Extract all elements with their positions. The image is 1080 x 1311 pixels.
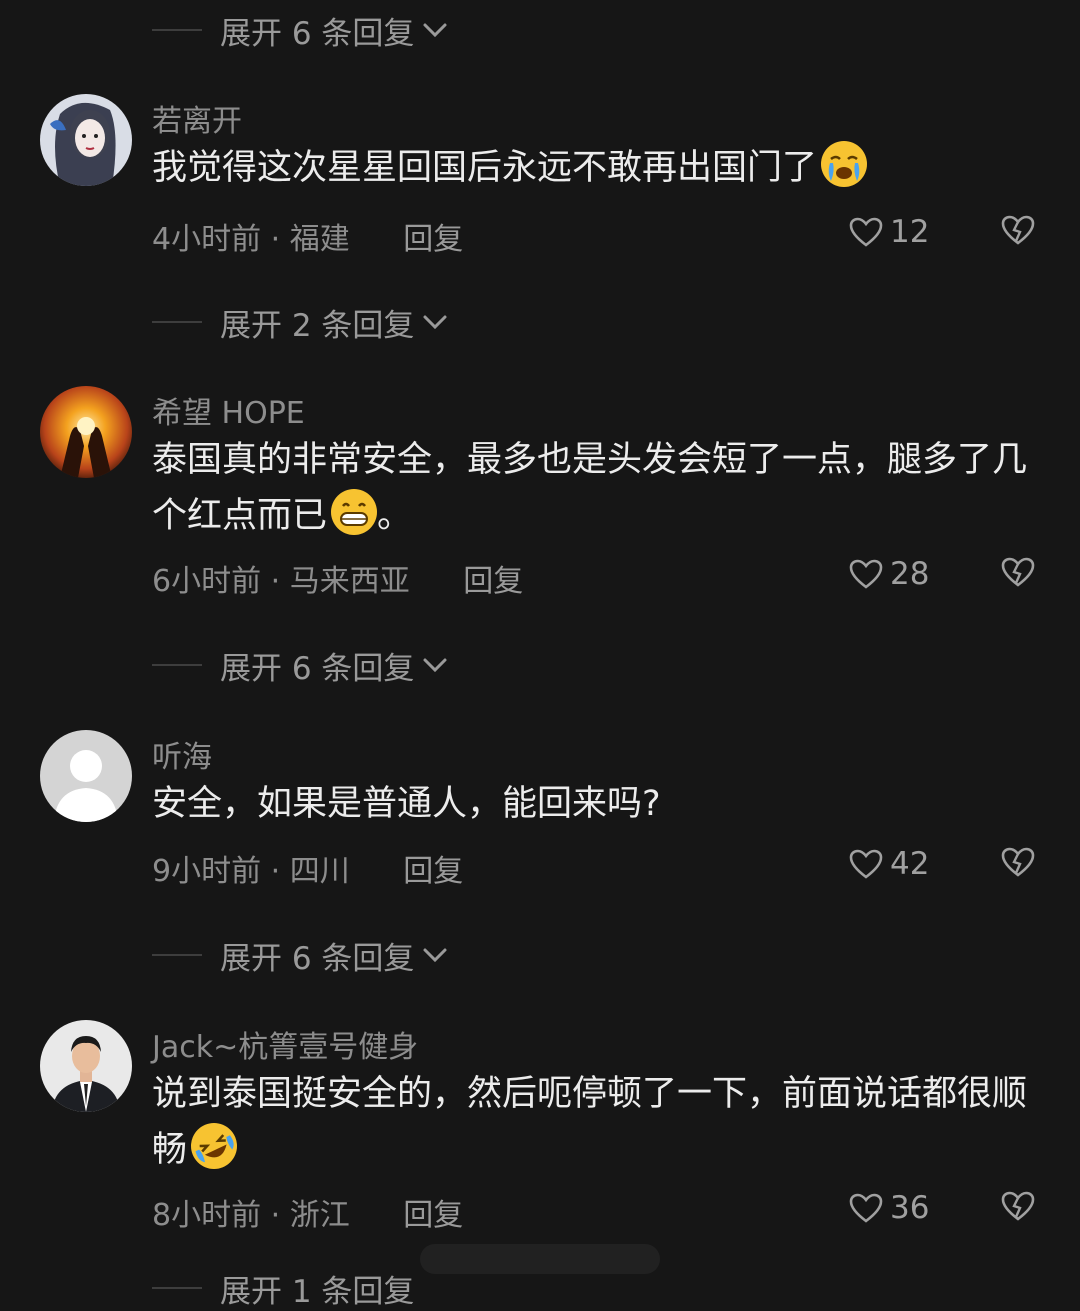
comment-location: 浙江 <box>289 1198 350 1233</box>
like-count: 28 <box>890 556 930 592</box>
username[interactable]: 若离开 <box>152 96 242 140</box>
crying-face-icon <box>821 141 868 187</box>
comment-body: 说到泰国挺安全的，然后呃停顿了一下，前面说话都很顺畅 <box>152 1074 1028 1170</box>
comment-text: 泰国真的非常安全，最多也是头发会短了一点，腿多了几个红点而已。 <box>152 432 1042 544</box>
comment-text: 我觉得这次星星回国后永远不敢再出国门了 <box>152 140 1042 196</box>
broken-heart-icon <box>1001 557 1035 587</box>
chevron-down-icon <box>422 657 448 673</box>
comment-meta: 4小时前 · 福建 回复 <box>152 222 464 257</box>
heart-icon <box>849 217 883 247</box>
avatar[interactable] <box>40 730 132 822</box>
username[interactable]: 听海 <box>152 732 212 776</box>
dislike-button[interactable] <box>1000 214 1036 250</box>
expand-replies-button[interactable]: 展开 6 条回复 <box>152 10 448 52</box>
heart-icon <box>849 849 883 879</box>
heart-icon <box>849 559 883 589</box>
comment-text: 安全，如果是普通人，能回来吗? <box>152 776 1042 832</box>
expand-replies-button[interactable]: 展开 6 条回复 <box>152 935 448 977</box>
expand-replies-label: 展开 1 条回复 <box>220 1273 415 1310</box>
chevron-down-icon <box>422 314 448 330</box>
comment-body: 安全，如果是普通人，能回来吗? <box>152 784 661 824</box>
comment-time: 4小时前 <box>152 222 262 257</box>
username[interactable]: 希望 HOPE <box>152 388 305 432</box>
reply-button[interactable]: 回复 <box>403 1198 463 1233</box>
dislike-button[interactable] <box>1000 556 1036 592</box>
comment-location: 四川 <box>289 854 350 889</box>
divider-line <box>152 321 202 323</box>
rolling-laughing-face-icon <box>191 1123 238 1169</box>
broken-heart-icon <box>1001 847 1035 877</box>
like-button[interactable]: 28 <box>848 556 929 592</box>
avatar[interactable] <box>40 386 132 478</box>
comment-body: 泰国真的非常安全，最多也是头发会短了一点，腿多了几个红点而已 <box>152 440 1028 536</box>
like-count: 12 <box>890 214 930 250</box>
chevron-down-icon <box>422 947 448 963</box>
comment-meta: 9小时前 · 四川 回复 <box>152 854 464 889</box>
username[interactable]: Jack~杭箐壹号健身 <box>152 1022 418 1066</box>
blurred-watermark <box>420 1244 660 1274</box>
expand-replies-button[interactable]: 展开 6 条回复 <box>152 645 448 687</box>
comment-location: 马来西亚 <box>289 564 410 599</box>
divider-line <box>152 664 202 666</box>
reply-button[interactable]: 回复 <box>403 854 463 889</box>
like-button[interactable]: 12 <box>848 214 929 250</box>
dislike-button[interactable] <box>1000 1190 1036 1226</box>
expand-replies-button[interactable]: 展开 1 条回复 <box>152 1268 415 1310</box>
expand-replies-label: 展开 6 条回复 <box>220 650 415 687</box>
comment-time: 8小时前 <box>152 1198 262 1233</box>
divider-line <box>152 954 202 956</box>
dislike-button[interactable] <box>1000 846 1036 882</box>
broken-heart-icon <box>1001 1191 1035 1221</box>
avatar[interactable] <box>40 94 132 186</box>
broken-heart-icon <box>1001 215 1035 245</box>
like-count: 42 <box>890 846 930 882</box>
comment-time: 6小时前 <box>152 564 262 599</box>
comment-time: 9小时前 <box>152 854 262 889</box>
divider-line <box>152 29 202 31</box>
heart-icon <box>849 1193 883 1223</box>
reply-button[interactable]: 回复 <box>403 222 463 257</box>
comment-suffix: 。 <box>377 496 413 536</box>
expand-replies-label: 展开 6 条回复 <box>220 940 415 977</box>
comment-body: 我觉得这次星星回国后永远不敢再出国门了 <box>152 148 818 188</box>
chevron-down-icon <box>422 22 448 38</box>
comment-location: 福建 <box>289 222 350 257</box>
like-button[interactable]: 42 <box>848 846 929 882</box>
avatar[interactable] <box>40 1020 132 1112</box>
comment-text: 说到泰国挺安全的，然后呃停顿了一下，前面说话都很顺畅 <box>152 1066 1042 1178</box>
divider-line <box>152 1287 202 1289</box>
expand-replies-button[interactable]: 展开 2 条回复 <box>152 302 448 344</box>
like-count: 36 <box>890 1190 930 1226</box>
grinning-face-icon <box>331 489 378 535</box>
comment-meta: 6小时前 · 马来西亚 回复 <box>152 564 524 599</box>
comment-meta: 8小时前 · 浙江 回复 <box>152 1198 464 1233</box>
like-button[interactable]: 36 <box>848 1190 929 1226</box>
reply-button[interactable]: 回复 <box>463 564 523 599</box>
expand-replies-label: 展开 2 条回复 <box>220 307 415 344</box>
expand-replies-label: 展开 6 条回复 <box>220 15 415 52</box>
